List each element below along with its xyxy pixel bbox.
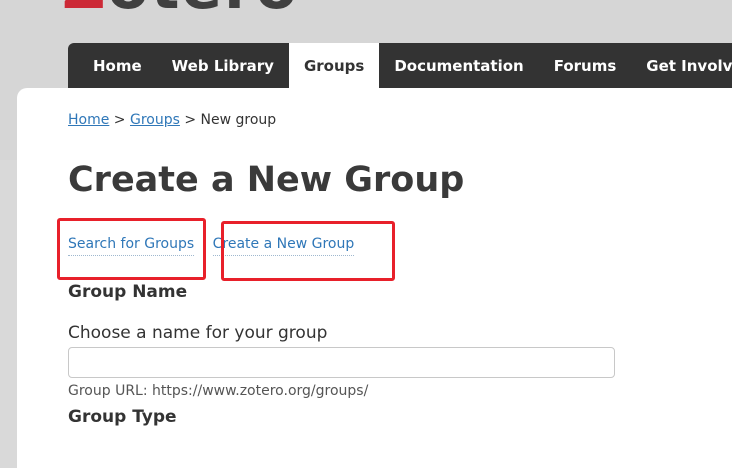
nav-web-library[interactable]: Web Library [157, 43, 289, 88]
group-name-heading: Group Name [68, 282, 188, 302]
breadcrumb: Home > Groups > New group [68, 112, 276, 128]
nav-groups[interactable]: Groups [288, 43, 380, 88]
nav-forums[interactable]: Forums [539, 43, 632, 88]
breadcrumb-current: New group [200, 112, 277, 128]
breadcrumb-separator: > [184, 112, 197, 128]
breadcrumb-groups-link[interactable]: Groups [130, 112, 180, 128]
nav-get-involved[interactable]: Get Involved [631, 43, 732, 88]
group-name-label: Choose a name for your group [68, 323, 328, 343]
highlight-box-search [57, 218, 206, 280]
nav-home[interactable]: Home [68, 43, 157, 88]
breadcrumb-home-link[interactable]: Home [68, 112, 109, 128]
group-type-heading: Group Type [68, 407, 177, 427]
page-title: Create a New Group [68, 160, 465, 200]
zotero-logo[interactable]: Zotero [62, 0, 299, 18]
main-nav: Home Web Library Groups Documentation Fo… [68, 43, 732, 88]
breadcrumb-separator: > [113, 112, 126, 128]
group-name-input[interactable] [68, 347, 615, 378]
group-url-hint: Group URL: https://www.zotero.org/groups… [68, 383, 369, 399]
nav-documentation[interactable]: Documentation [379, 43, 538, 88]
highlight-box-create [221, 221, 395, 281]
